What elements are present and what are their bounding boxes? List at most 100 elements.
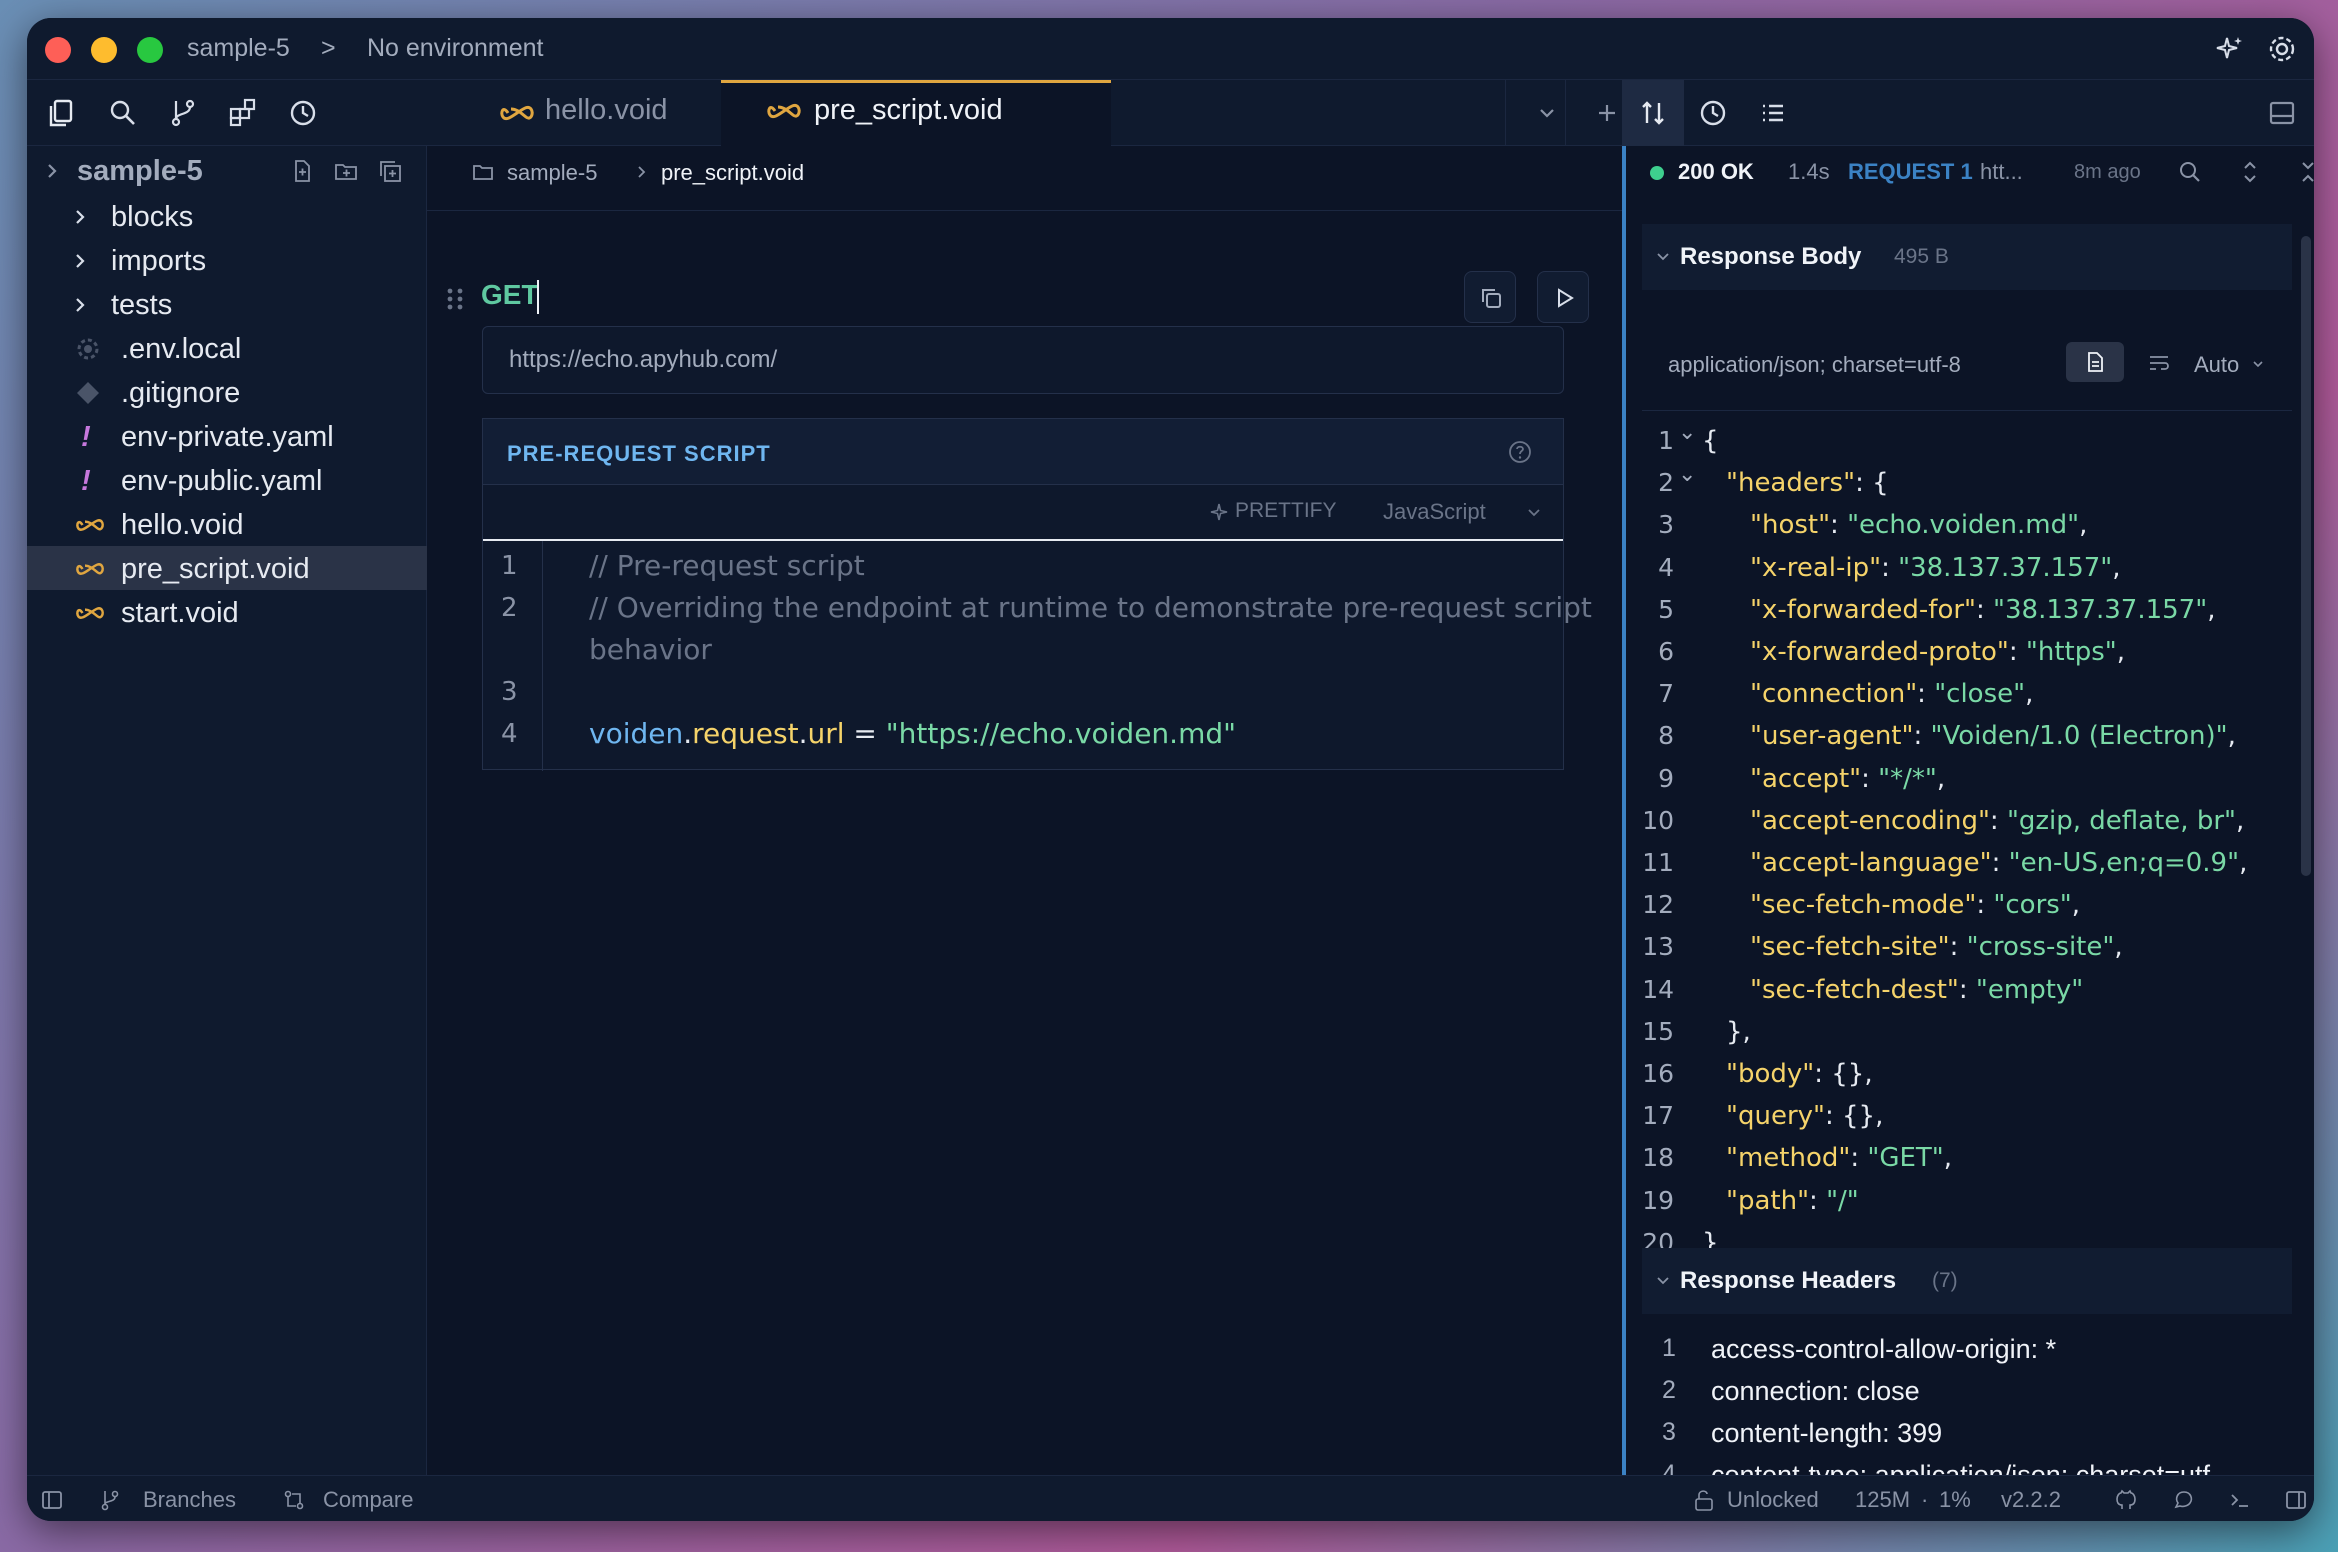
response-panel: 200 OK 1.4s REQUEST 1 htt... 8m ago Resp… (1622, 146, 2314, 1494)
search-icon[interactable] (105, 95, 141, 131)
request-editor: sample-5 pre_script.void GET https://ech… (427, 146, 1622, 1494)
pre-request-script-block: PRE-REQUEST SCRIPT PRETTIFY JavaScript 1… (482, 418, 1592, 771)
workspace-root[interactable]: sample-5 (27, 148, 427, 192)
new-file-icon[interactable] (289, 158, 315, 184)
language-select[interactable]: JavaScript (1383, 499, 1486, 525)
void-file-icon (76, 563, 104, 575)
gear-icon (77, 338, 99, 360)
tab-hello-void[interactable]: hello.void (467, 80, 757, 146)
help-icon[interactable] (1507, 439, 1533, 465)
file-env-local[interactable]: .env.local (27, 326, 427, 370)
response-scrollbar[interactable] (2301, 236, 2311, 876)
history-icon[interactable] (285, 95, 321, 131)
breadcrumb-folder[interactable]: sample-5 (507, 160, 597, 186)
breadcrumb-separator: > (321, 34, 336, 62)
tree-item-label: imports (111, 245, 207, 277)
file-env-public-yaml[interactable]: ! env-public.yaml (27, 458, 427, 502)
file-hello-void[interactable]: hello.void (27, 502, 427, 546)
workspace-name[interactable]: sample-5 (187, 34, 290, 63)
copy-icon (1482, 289, 1501, 308)
header-line: 1 access-control-allow-origin: * (1626, 1334, 2314, 1364)
header-line-number: 3 (1662, 1418, 1676, 1446)
terminal-icon[interactable] (2227, 1487, 2253, 1513)
chevron-right-icon (638, 166, 646, 178)
environment-selector[interactable]: No environment (367, 34, 543, 63)
tree-item-label: env-private.yaml (121, 421, 334, 453)
extensions-icon[interactable] (225, 95, 261, 131)
file-gitignore[interactable]: .gitignore (27, 370, 427, 414)
send-request-button[interactable] (1537, 271, 1589, 323)
workspace-root-label: sample-5 (77, 155, 203, 187)
header-line-text: content-type: application/json; charset=… (1711, 1460, 2220, 1475)
sidebar-toggle-icon[interactable] (39, 1487, 65, 1513)
line-number: 4 (501, 719, 518, 749)
play-icon (1558, 288, 1574, 308)
folder-imports[interactable]: imports (27, 238, 427, 282)
chevron-down-icon[interactable] (1523, 501, 1545, 523)
collapse-all-icon[interactable] (377, 158, 403, 184)
http-method[interactable]: GET (481, 279, 539, 311)
git-icon (77, 382, 99, 404)
header-line: 2 connection: close (1626, 1376, 2314, 1406)
unlock-icon (1695, 1490, 1713, 1511)
tab-pre-script-void[interactable]: pre_script.void (721, 80, 1111, 146)
response-toolbar (1622, 80, 2314, 146)
memory-usage: 125M (1855, 1487, 1911, 1512)
script-title: PRE-REQUEST SCRIPT (507, 441, 771, 466)
chevron-right-icon (76, 298, 85, 312)
file-start-void[interactable]: start.void (27, 590, 427, 634)
title-bar: sample-5 > No environment (27, 18, 2314, 80)
close-window-button[interactable] (45, 37, 71, 63)
list-icon[interactable] (1755, 95, 1791, 131)
tab-bar: hello.void pre_script.void (27, 80, 1622, 146)
panel-toggle-icon[interactable] (2283, 1487, 2309, 1513)
sparkle-icon[interactable] (2213, 32, 2247, 66)
files-icon[interactable] (45, 95, 81, 131)
swap-vertical-icon[interactable] (1635, 95, 1671, 131)
response-headers-list[interactable]: 1 access-control-allow-origin: * 2 connecti… (1626, 146, 2314, 1475)
void-file-icon (76, 519, 104, 531)
minimize-window-button[interactable] (91, 37, 117, 63)
app-window: sample-5 > No environment hello.void pre… (27, 18, 2314, 1521)
file-pre-script-void[interactable]: pre_script.void (27, 546, 427, 590)
copy-button[interactable] (1464, 271, 1516, 323)
folder-blocks[interactable]: blocks (27, 194, 427, 238)
tab-label: hello.void (545, 94, 668, 126)
prettify-button[interactable]: PRETTIFY (1235, 499, 1337, 523)
header-line-text: content-length: 399 (1711, 1418, 1943, 1448)
chat-icon[interactable] (2171, 1487, 2197, 1513)
lock-status[interactable]: Unlocked (1727, 1487, 1819, 1513)
code-token: . (683, 717, 693, 750)
new-tab-icon[interactable] (1589, 95, 1625, 131)
branches-button[interactable]: Branches (143, 1487, 236, 1513)
history-icon[interactable] (1695, 95, 1731, 131)
tree-item-label: start.void (121, 597, 239, 629)
chevron-right-icon (76, 254, 85, 268)
file-env-private-yaml[interactable]: ! env-private.yaml (27, 414, 427, 458)
code-line-wrap: behavior (589, 633, 712, 666)
code-editor[interactable]: 1 // Pre-request script 2 // Overriding … (483, 541, 1592, 771)
chevron-down-icon[interactable] (1529, 95, 1565, 131)
line-number: 2 (501, 593, 518, 623)
tree-item-label: pre_script.void (121, 553, 310, 585)
git-branch-icon[interactable] (165, 95, 201, 131)
url-input[interactable]: https://echo.apyhub.com/ (482, 326, 1564, 394)
breadcrumb-file[interactable]: pre_script.void (661, 160, 804, 186)
compare-button[interactable]: Compare (323, 1487, 413, 1513)
header-line-number: 1 (1662, 1334, 1676, 1362)
maximize-window-button[interactable] (137, 37, 163, 63)
text-cursor (537, 280, 539, 314)
void-file-icon (767, 103, 801, 119)
sparkle-icon (1210, 503, 1228, 521)
code-line: // Pre-request script (589, 549, 865, 582)
panel-layout-icon[interactable] (2264, 95, 2300, 131)
new-folder-icon[interactable] (333, 158, 359, 184)
app-version: v2.2.2 (2001, 1487, 2061, 1512)
code-line: voiden.request.url = "https://echo.voide… (589, 717, 1236, 750)
gear-icon[interactable] (2265, 32, 2299, 66)
status-bar: Branches Compare Unlocked 125M · 1% v2.2… (27, 1475, 2314, 1521)
github-icon[interactable] (2113, 1487, 2139, 1513)
script-toolbar: PRETTIFY JavaScript (483, 485, 1563, 541)
folder-tests[interactable]: tests (27, 282, 427, 326)
drag-handle-icon[interactable] (443, 284, 467, 314)
